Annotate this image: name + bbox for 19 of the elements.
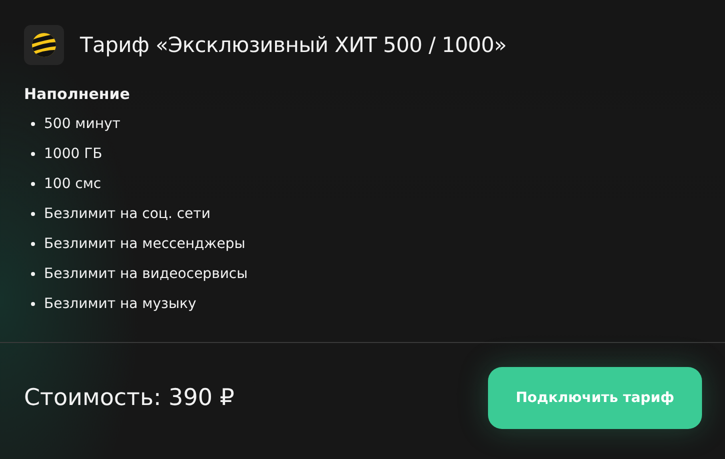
bullet-icon — [31, 242, 35, 246]
connect-button[interactable]: Подключить тариф — [488, 367, 702, 429]
feature-text: 500 минут — [44, 116, 120, 132]
feature-text: Безлимит на музыку — [44, 296, 196, 312]
bullet-icon — [31, 122, 35, 126]
bullet-icon — [31, 152, 35, 156]
logo-icon — [24, 25, 64, 65]
feature-text: Безлимит на мессенджеры — [44, 236, 246, 252]
bullet-icon — [31, 302, 35, 306]
tariff-title: Тариф «Эксклюзивный ХИТ 500 / 1000» — [80, 33, 507, 57]
feature-text: Безлимит на соц. сети — [44, 206, 210, 222]
bullet-icon — [31, 212, 35, 216]
price-text: Стоимость: 390 ₽ — [24, 385, 234, 411]
feature-text: 1000 ГБ — [44, 146, 102, 162]
bullet-icon — [31, 182, 35, 186]
section-heading: Наполнение — [24, 85, 131, 103]
feature-text: Безлимит на видеосервисы — [44, 266, 248, 282]
feature-text: 100 смс — [44, 176, 102, 192]
bullet-icon — [31, 272, 35, 276]
